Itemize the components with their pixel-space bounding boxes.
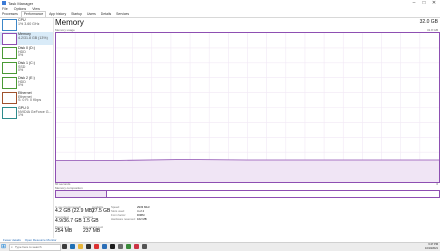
memory-composition-bar <box>55 190 440 198</box>
resource-sidebar: CPU 1% 3.60 GHz Memory 4.2/31.8 GB (13%)… <box>0 18 54 238</box>
tab-performance[interactable]: Performance <box>20 11 47 17</box>
zero-label: 0 <box>436 182 438 186</box>
sidebar-item-disk-0[interactable]: Disk 0 (D:) HDD 0% <box>0 46 53 59</box>
sidebar-item-disk-1[interactable]: Disk 1 (C:) SSD 0% <box>0 61 53 74</box>
task-manager-taskbar-icon[interactable] <box>142 244 147 249</box>
memory-thumbnail <box>2 33 17 45</box>
app-icon[interactable] <box>94 244 99 249</box>
committed-value: 4.9/36.7 GB <box>55 218 82 224</box>
app-icon[interactable] <box>134 244 139 249</box>
sidebar-item-ethernet[interactable]: Ethernet Ethernet S: 0 R: 0 Kbps <box>0 91 53 104</box>
usage-chart <box>56 33 439 182</box>
tab-users[interactable]: Users <box>85 12 98 17</box>
disk-thumbnail <box>2 62 17 74</box>
sidebar-item-value: 0% <box>18 68 24 73</box>
windows-start-icon[interactable]: ⊞ <box>1 244 7 250</box>
tab-startup[interactable]: Startup <box>69 12 84 17</box>
cached-value: 1.5 GB <box>83 218 99 224</box>
search-icon: ⌕ <box>11 245 13 249</box>
memory-usage-graph <box>55 32 440 183</box>
tab-app-history[interactable]: App history <box>47 12 68 17</box>
sidebar-item-disk-2[interactable]: Disk 2 (E:) HDD 0% <box>0 76 53 89</box>
task-view-icon[interactable] <box>62 244 67 249</box>
usage-area <box>56 159 439 182</box>
memory-total: 32.0 GB <box>419 19 438 25</box>
ethernet-thumbnail <box>2 92 17 104</box>
file-explorer-icon[interactable] <box>78 244 83 249</box>
close-icon[interactable]: ✕ <box>429 0 439 7</box>
sidebar-item-value: 0% <box>18 83 24 88</box>
disk-thumbnail <box>2 47 17 59</box>
paged-pool-value: 254 MB <box>55 228 73 234</box>
app-icon[interactable] <box>126 244 131 249</box>
store-icon[interactable] <box>86 244 91 249</box>
clock-date: 10/10/2021 <box>425 246 438 250</box>
sidebar-item-value: 0% <box>18 53 24 58</box>
tab-services[interactable]: Services <box>114 12 131 17</box>
gpu-thumbnail <box>2 107 17 119</box>
minimize-icon[interactable]: – <box>409 0 419 7</box>
app-icon[interactable] <box>110 244 115 249</box>
window-title: Task Manager <box>8 1 34 6</box>
page-title: Memory <box>55 18 84 27</box>
sidebar-item-detail: 1% 3.60 GHz <box>18 21 40 26</box>
hardware-reserved-label: Hardware reserved: <box>111 217 136 221</box>
sidebar-item-detail: 4.2/31.8 GB (13%) <box>18 35 48 40</box>
sidebar-item-gpu[interactable]: GPU 0 NVIDIA GeForce G... 1% <box>0 106 53 119</box>
system-clock[interactable]: 6:47 PM 10/10/2021 <box>425 243 438 250</box>
edge-icon[interactable] <box>70 244 75 249</box>
menu-file[interactable]: File <box>2 7 8 11</box>
composition-in-use <box>56 191 107 197</box>
available-value: 27.5 GB <box>92 208 111 214</box>
sidebar-item-value: 1% <box>18 113 24 118</box>
title-bar: Task Manager – □ ✕ <box>0 0 440 7</box>
in-use-value: 4.2 GB (22.9 MB) <box>55 208 94 214</box>
search-placeholder: Type here to search <box>15 245 42 249</box>
cpu-thumbnail <box>2 19 17 31</box>
sidebar-item-memory[interactable]: Memory 4.2/31.8 GB (13%) <box>0 32 53 45</box>
non-paged-pool-value: 237 MB <box>83 228 101 234</box>
tab-details[interactable]: Details <box>99 12 113 17</box>
sidebar-item-cpu[interactable]: CPU 1% 3.60 GHz <box>0 18 53 31</box>
tab-processes[interactable]: Processes <box>0 12 20 17</box>
mail-icon[interactable] <box>102 244 107 249</box>
disk-thumbnail <box>2 77 17 89</box>
maximize-icon[interactable]: □ <box>419 0 429 7</box>
memory-stats: In use (Compressed) 4.2 GB (22.9 MB) Ava… <box>55 205 435 239</box>
task-manager-icon <box>2 1 6 5</box>
hardware-reserved-value: 162 MB <box>137 217 147 221</box>
memory-panel: Memory 32.0 GB Memory usage 31.8 GB 60 s… <box>54 18 440 238</box>
app-icon[interactable] <box>118 244 123 249</box>
sidebar-item-value: S: 0 R: 0 Kbps <box>18 98 42 103</box>
